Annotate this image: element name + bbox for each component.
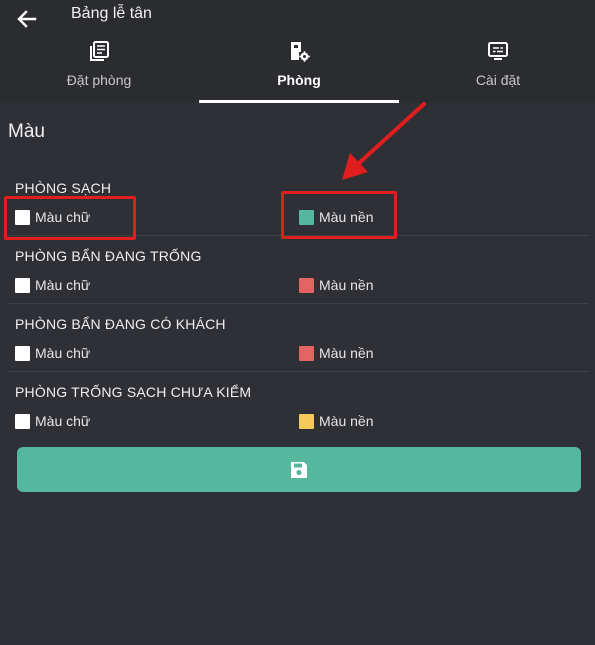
- background-color-picker[interactable]: Màu nền: [299, 343, 373, 363]
- background-color-label: Màu nền: [319, 413, 374, 429]
- color-group-dirty-vacant: PHÒNG BẨN ĐANG TRỐNG Màu chữ Màu nền: [7, 236, 589, 304]
- background-color-swatch[interactable]: [299, 277, 314, 293]
- background-color-label: Màu nền: [319, 277, 374, 293]
- background-color-swatch[interactable]: [299, 413, 314, 429]
- text-color-label: Màu chữ: [35, 345, 91, 361]
- page-title: Bảng lễ tân: [71, 5, 152, 22]
- tab-label: Cài đặt: [475, 72, 521, 88]
- text-color-picker[interactable]: Màu chữ: [15, 275, 90, 295]
- group-title: PHÒNG SẠCH: [15, 180, 112, 196]
- group-title: PHÒNG BẨN ĐANG TRỐNG: [15, 248, 202, 264]
- background-color-label: Màu nền: [319, 345, 374, 361]
- background-color-swatch[interactable]: [299, 345, 314, 361]
- back-button[interactable]: [14, 6, 40, 32]
- room-settings-icon: [291, 42, 310, 62]
- text-color-swatch[interactable]: [15, 345, 30, 361]
- group-title: PHÒNG BẨN ĐANG CÓ KHÁCH: [15, 316, 226, 332]
- save-icon: [291, 461, 307, 478]
- section-title: Màu: [8, 121, 45, 142]
- tab-label: Phòng: [277, 72, 321, 88]
- booking-list-icon: [90, 41, 109, 61]
- top-app-bar: Bảng lễ tân Đặt phòng Phòng Cài đặt: [0, 0, 595, 103]
- monitor-settings-icon: [488, 42, 508, 60]
- text-color-label: Màu chữ: [35, 413, 91, 429]
- tab-dat-phong[interactable]: Đặt phòng: [0, 38, 198, 103]
- text-color-swatch[interactable]: [15, 413, 30, 429]
- color-group-dirty-occupied: PHÒNG BẨN ĐANG CÓ KHÁCH Màu chữ Màu nền: [7, 304, 589, 372]
- arrow-left-icon: [17, 10, 37, 28]
- text-color-picker[interactable]: Màu chữ: [15, 411, 90, 431]
- tab-label: Đặt phòng: [66, 72, 132, 88]
- text-color-label: Màu chữ: [35, 277, 91, 293]
- tab-cai-dat[interactable]: Cài đặt: [399, 38, 595, 103]
- tab-phong[interactable]: Phòng: [199, 38, 399, 103]
- group-title: PHÒNG TRỐNG SẠCH CHƯA KIỂM: [15, 384, 252, 400]
- highlight-box: [4, 196, 136, 240]
- save-button[interactable]: [17, 447, 581, 492]
- text-color-swatch[interactable]: [15, 277, 30, 293]
- background-color-picker[interactable]: Màu nền: [299, 275, 373, 295]
- text-color-picker[interactable]: Màu chữ: [15, 343, 90, 363]
- background-color-picker[interactable]: Màu nền: [299, 411, 373, 431]
- color-group-vacant-clean-uninspected: PHÒNG TRỐNG SẠCH CHƯA KIỂM Màu chữ Màu n…: [7, 372, 589, 440]
- arrow-annotation-icon: [342, 102, 426, 180]
- highlight-box: [281, 191, 397, 239]
